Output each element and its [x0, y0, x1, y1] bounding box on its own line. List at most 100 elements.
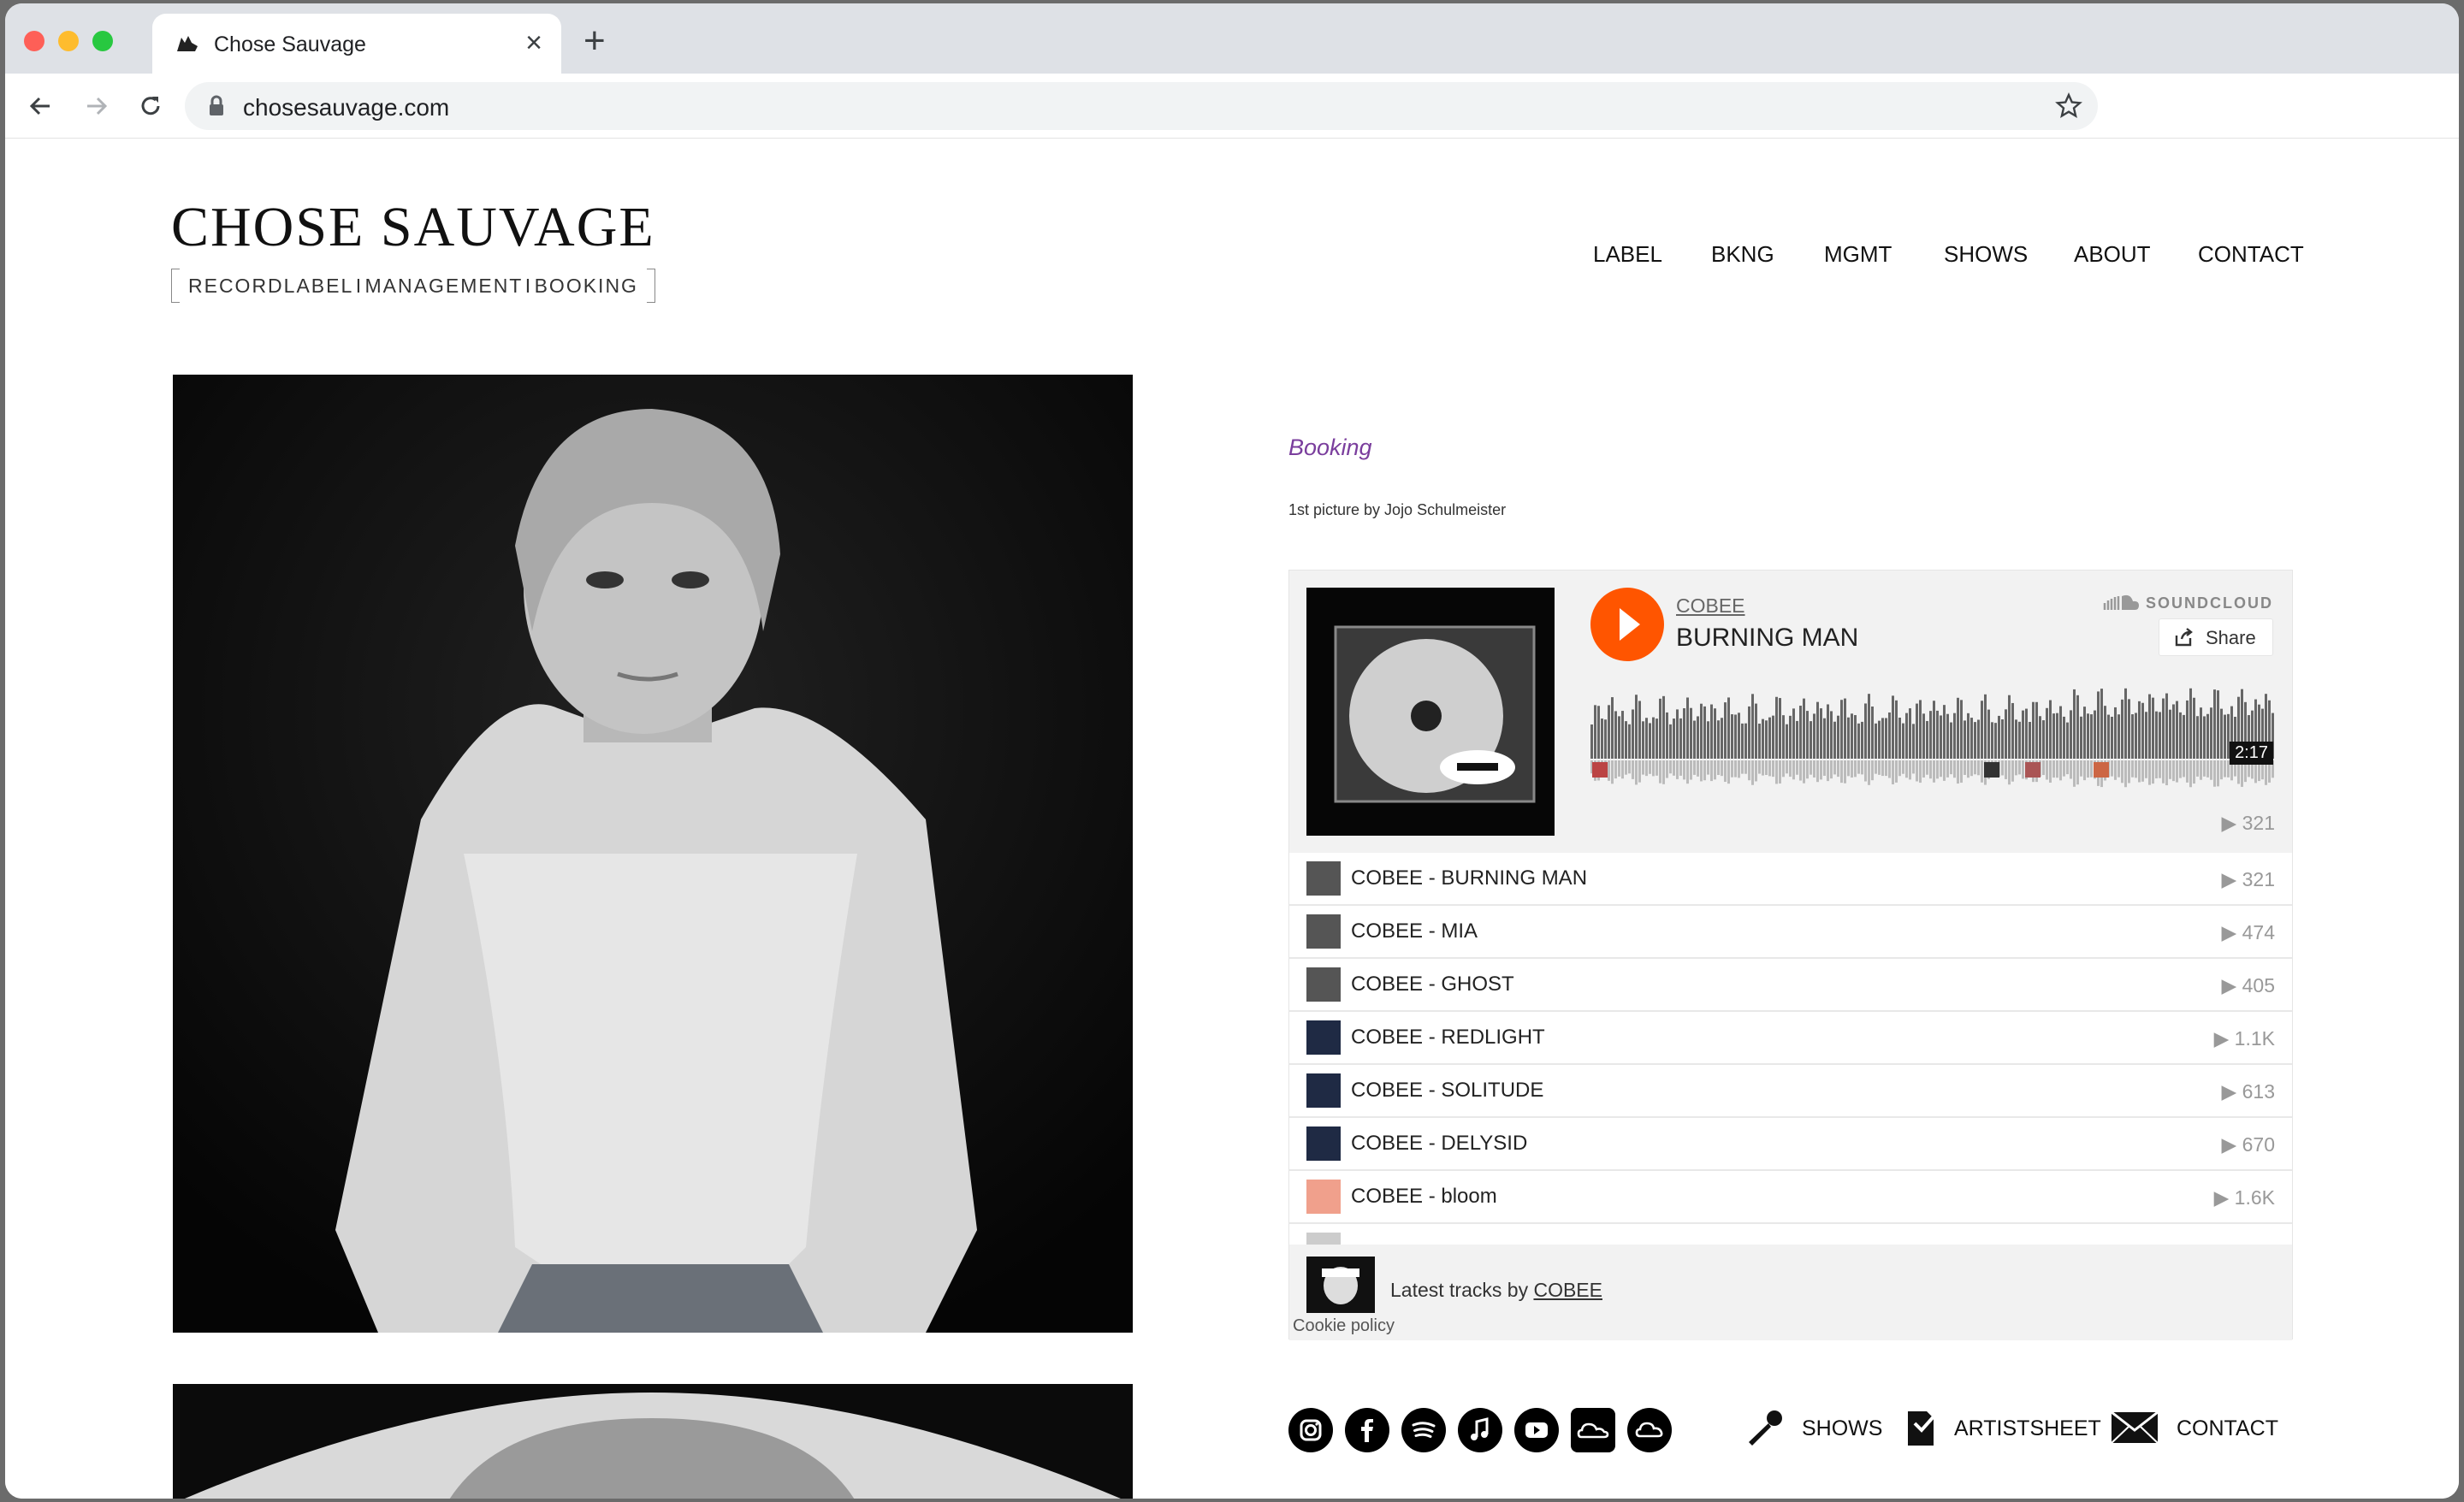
nav-label[interactable]: LABEL [1593, 241, 1662, 268]
waveform-bar [2186, 700, 2189, 759]
reload-icon[interactable] [132, 87, 169, 125]
logo-sub-management: MANAGEMENT [364, 274, 524, 297]
nav-shows[interactable]: SHOWS [1944, 241, 2028, 268]
address-bar[interactable]: chosesauvage.com [185, 82, 2098, 130]
play-count-icon: ▶ [2213, 1186, 2235, 1209]
waveform-reflection-bar [1697, 760, 1699, 777]
waveform-reflection-bar [2210, 760, 2212, 780]
apple-music-icon[interactable] [1458, 1408, 1502, 1452]
waveform-bar [2046, 707, 2048, 759]
wolf-favicon-icon [177, 36, 198, 51]
waveform-reflection-bar [2200, 760, 2202, 780]
waveform-bar [1974, 722, 1976, 759]
soundcloud-logo[interactable]: SOUNDCLOUD [2103, 593, 2273, 612]
waveform-reflection-bar [2087, 760, 2089, 778]
track-row[interactable]: COBEE - DELYSID ▶ 670 [1289, 1118, 2292, 1171]
close-window-button[interactable] [24, 31, 44, 51]
waveform-reflection-bar [1614, 760, 1617, 779]
waveform-bar [2066, 722, 2069, 759]
track-row-plays: ▶ 613 [2222, 1080, 2275, 1103]
waveform-bar [1803, 698, 1805, 759]
play-button[interactable] [1590, 588, 1664, 661]
cookie-policy-link[interactable]: Cookie policy [1293, 1316, 1395, 1336]
waveform-bar [1601, 718, 1603, 759]
nav-mgmt[interactable]: MGMT [1824, 241, 1892, 268]
nav-contact[interactable]: CONTACT [2198, 241, 2304, 268]
waveform-bar [2196, 716, 2199, 759]
back-arrow-icon[interactable] [22, 87, 60, 125]
waveform-reflection-bar [1912, 760, 1915, 774]
waveform-bar [2118, 714, 2120, 759]
waveform-reflection-bar [1974, 760, 1976, 775]
track-title[interactable]: BURNING MAN [1676, 624, 1858, 653]
waveform-reflection-bar [1710, 760, 1713, 782]
waveform-bar [1827, 704, 1829, 759]
waveform-bar [1847, 717, 1850, 759]
track-row[interactable]: COBEE - GHOST ▶ 405 [1289, 959, 2292, 1012]
minimize-window-button[interactable] [58, 31, 79, 51]
waveform-bar [2094, 710, 2096, 759]
cloud-icon[interactable] [1627, 1408, 1672, 1452]
waveform-reflection-bar [1762, 760, 1764, 776]
close-tab-icon[interactable]: × [525, 26, 542, 60]
track-thumbnail [1306, 1020, 1341, 1055]
track-row-partial[interactable] [1289, 1224, 2292, 1245]
waveform-reflection-bar [1703, 760, 1706, 781]
waveform-reflection-bar [1820, 760, 1822, 780]
track-row[interactable]: COBEE - REDLIGHT ▶ 1.1K [1289, 1012, 2292, 1065]
youtube-icon[interactable] [1514, 1408, 1559, 1452]
latest-tracks-text: Latest tracks by COBEE [1390, 1279, 1602, 1302]
waveform-bar [1679, 718, 1682, 759]
footer-shows-link[interactable]: SHOWS [1742, 1401, 1882, 1452]
url-text: chosesauvage.com [243, 94, 450, 121]
waveform-bar [1861, 721, 1863, 759]
album-artwork[interactable] [1306, 588, 1555, 836]
waveform[interactable] [1590, 682, 2275, 793]
browser-tab[interactable]: Chose Sauvage × [152, 14, 561, 74]
footer-artistsheet-link[interactable]: ARTISTSHEET [1904, 1401, 2101, 1452]
waveform-reflection-bar [1871, 760, 1874, 781]
track-row[interactable]: COBEE - bloom ▶ 1.6K [1289, 1171, 2292, 1224]
spotify-icon[interactable] [1401, 1408, 1446, 1452]
waveform-reflection-bar [1940, 760, 1942, 778]
waveform-bar [1970, 718, 1973, 759]
artist-link[interactable]: COBEE [1676, 594, 1745, 618]
waveform-bar [2052, 713, 2055, 759]
waveform-reflection-bar [1799, 760, 1802, 781]
waveform-bar [1638, 701, 1641, 759]
artist-avatar[interactable] [1306, 1257, 1375, 1313]
new-tab-button[interactable]: + [583, 22, 606, 60]
forward-arrow-icon[interactable] [77, 87, 115, 125]
waveform-reflection-bar [1628, 760, 1631, 774]
waveform-bar [2029, 721, 2031, 759]
waveform-bar [2063, 716, 2065, 759]
waveform-bar [1786, 724, 1788, 759]
waveform-reflection-bar [1755, 760, 1757, 782]
waveform-bar [1967, 713, 1969, 759]
waveform-reflection-bar [2172, 760, 2175, 782]
footer-contact-link[interactable]: CONTACT [2110, 1401, 2278, 1452]
track-row[interactable]: COBEE - SOLITUDE ▶ 613 [1289, 1065, 2292, 1118]
bookmark-star-icon[interactable] [2055, 92, 2082, 120]
facebook-icon[interactable] [1345, 1408, 1389, 1452]
track-row[interactable]: COBEE - MIA ▶ 474 [1289, 906, 2292, 959]
waveform-bar [2022, 710, 2024, 759]
soundcloud-icon[interactable] [1571, 1408, 1615, 1452]
latest-tracks-artist-link[interactable]: COBEE [1533, 1279, 1602, 1301]
share-button[interactable]: Share [2159, 618, 2273, 656]
share-label: Share [2206, 627, 2256, 648]
track-row-play-count: 1.6K [2234, 1186, 2275, 1209]
track-row-play-count: 474 [2242, 921, 2275, 943]
track-row-title: COBEE - MIA [1351, 920, 1478, 943]
track-row[interactable]: COBEE - BURNING MAN ▶ 321 [1289, 853, 2292, 906]
waveform-bar [1744, 723, 1747, 759]
play-count-icon: ▶ [2221, 1133, 2242, 1156]
nav-bkng[interactable]: BKNG [1711, 241, 1774, 268]
waveform-reflection-bar [2203, 760, 2206, 777]
maximize-window-button[interactable] [92, 31, 113, 51]
instagram-icon[interactable] [1288, 1408, 1333, 1452]
waveform-reflection-bar [2083, 760, 2086, 781]
track-row-play-count: 321 [2242, 868, 2275, 890]
nav-about[interactable]: ABOUT [2074, 241, 2151, 268]
booking-link[interactable]: Booking [1288, 435, 1372, 461]
